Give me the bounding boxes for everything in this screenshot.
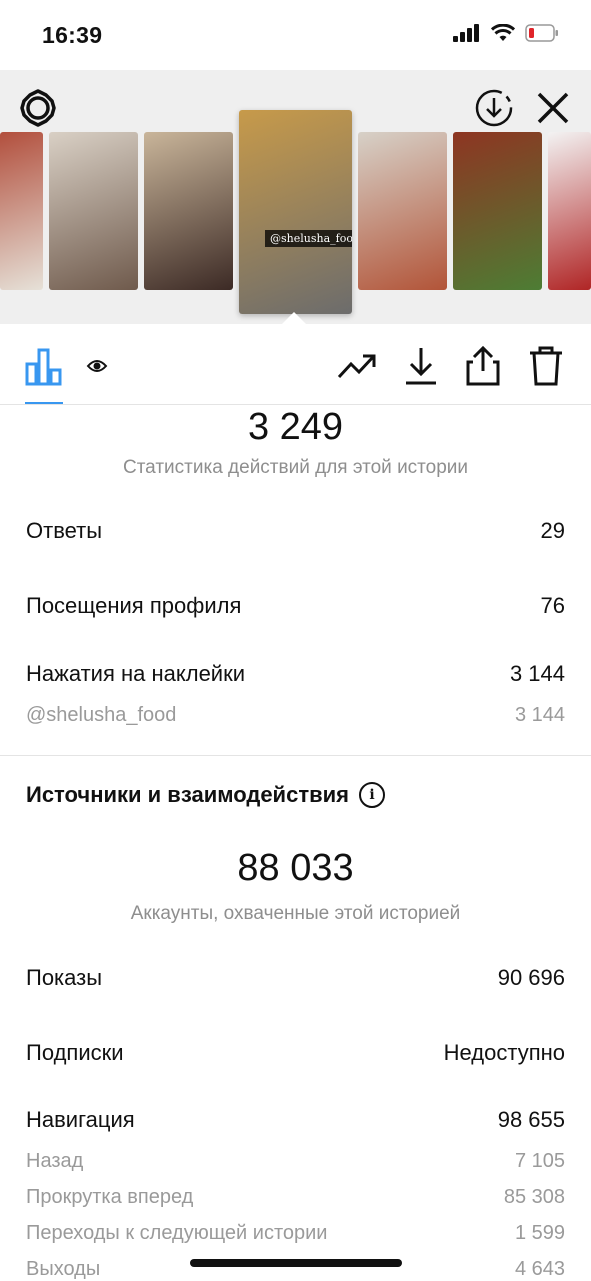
stat-row-sticker-taps: Нажатия на наклейки 3 144 — [26, 661, 565, 687]
download-circle-icon — [475, 89, 513, 127]
stat-label: Подписки — [26, 1040, 124, 1065]
home-indicator — [190, 1259, 402, 1267]
signal-icon — [453, 24, 479, 42]
sticker-handle: @shelusha_food — [26, 704, 177, 726]
gear-icon — [20, 89, 56, 127]
section-divider — [0, 755, 591, 756]
stat-value: 29 — [540, 518, 565, 543]
nav-detail-label: Назад — [26, 1150, 84, 1172]
settings-button[interactable] — [18, 88, 58, 128]
trending-up-icon — [337, 354, 376, 379]
stat-row-sticker-detail: @shelusha_food 3 144 — [26, 704, 565, 727]
status-time: 16:39 — [42, 22, 103, 48]
insights-tab[interactable] — [25, 344, 63, 388]
sticker-value: 3 144 — [514, 704, 565, 726]
active-tab-indicator — [25, 402, 63, 404]
story-header: @shelusha_food — [0, 70, 591, 330]
stat-label: Ответы — [26, 518, 103, 543]
nav-detail-back: Назад 7 105 — [26, 1150, 565, 1173]
stat-row-follows: Подписки Недоступно — [26, 1040, 565, 1066]
story-sticker-tag: @shelusha_food — [265, 230, 352, 247]
stat-value: Недоступно — [443, 1040, 565, 1065]
stat-value: 98 655 — [497, 1107, 565, 1132]
stat-value: 76 — [540, 593, 565, 618]
stat-value: 90 696 — [497, 965, 565, 990]
story-thumbnail[interactable] — [548, 132, 591, 290]
download-button[interactable] — [404, 344, 438, 388]
stat-row-impressions: Показы 90 696 — [26, 965, 565, 991]
stat-row-replies: Ответы 29 — [26, 518, 565, 544]
wifi-icon — [491, 24, 515, 41]
discovery-title-text: Источники и взаимодействия — [26, 782, 349, 807]
bar-chart-icon — [25, 348, 62, 386]
stat-row-profile-visits: Посещения профиля 76 — [26, 593, 565, 619]
info-icon[interactable]: i — [358, 782, 385, 808]
nav-detail-next-story: Переходы к следующей истории 1 599 — [26, 1222, 565, 1245]
viewers-tab[interactable] — [86, 344, 108, 388]
promote-button[interactable] — [337, 344, 377, 388]
story-thumbnail[interactable] — [0, 132, 43, 290]
nav-detail-value: 1 599 — [514, 1222, 565, 1244]
story-thumbnail[interactable] — [144, 132, 233, 290]
share-icon — [466, 345, 500, 386]
nav-detail-value: 7 105 — [514, 1150, 565, 1172]
share-button[interactable] — [465, 344, 501, 388]
actions-total: 3 249 — [247, 406, 344, 448]
nav-detail-forward: Прокрутка вперед 85 308 — [26, 1186, 565, 1209]
nav-detail-value: 4 643 — [514, 1258, 565, 1280]
download-icon — [406, 348, 436, 385]
stat-label: Посещения профиля — [26, 593, 242, 618]
nav-detail-label: Выходы — [26, 1258, 101, 1280]
trash-icon — [530, 346, 562, 386]
stat-label: Нажатия на наклейки — [26, 661, 246, 686]
close-button[interactable] — [533, 88, 573, 128]
eye-icon — [86, 360, 108, 372]
selected-story-pointer — [282, 312, 306, 324]
story-toolbar — [0, 330, 591, 405]
reach-caption: Аккаунты, охваченные этой историей — [130, 903, 461, 924]
discovery-title: Источники и взаимодействия i — [26, 782, 385, 808]
stat-label: Навигация — [26, 1107, 135, 1132]
story-thumbnail[interactable] — [49, 132, 138, 290]
stat-row-navigation: Навигация 98 655 — [26, 1107, 565, 1133]
delete-button[interactable] — [528, 344, 564, 388]
status-bar: 16:39 — [0, 0, 591, 70]
story-thumbnail[interactable] — [453, 132, 542, 290]
reach-total: 88 033 — [237, 847, 354, 889]
story-thumbnail-strip[interactable]: @shelusha_food — [0, 110, 591, 332]
nav-detail-label: Прокрутка вперед — [26, 1186, 194, 1208]
save-story-button[interactable] — [474, 88, 514, 128]
actions-caption: Статистика действий для этой истории — [122, 457, 469, 478]
battery-icon — [525, 24, 558, 42]
nav-detail-label: Переходы к следующей истории — [26, 1222, 328, 1244]
story-thumbnail-selected[interactable]: @shelusha_food — [239, 110, 352, 314]
stat-label: Показы — [26, 965, 103, 990]
nav-detail-value: 85 308 — [503, 1186, 565, 1208]
stat-value: 3 144 — [509, 661, 565, 686]
story-thumbnail[interactable] — [358, 132, 447, 290]
status-icons — [453, 24, 559, 42]
close-icon — [537, 92, 569, 124]
